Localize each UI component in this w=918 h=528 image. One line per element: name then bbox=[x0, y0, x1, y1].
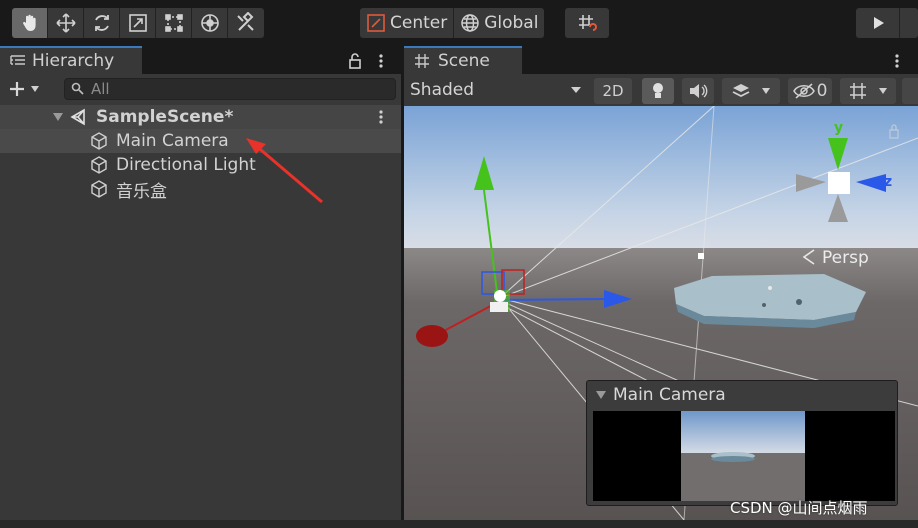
pivot-center-label: Center bbox=[390, 13, 448, 33]
gameobject-cube-icon bbox=[91, 180, 107, 198]
chevron-down-icon bbox=[31, 86, 39, 92]
pivot-global-button[interactable]: Global bbox=[454, 8, 545, 38]
layers-icon bbox=[732, 84, 750, 98]
pivot-global-label: Global bbox=[484, 13, 539, 33]
gizmo-z-label: z bbox=[884, 174, 892, 190]
play-controls bbox=[856, 8, 918, 38]
tab-scene-label: Scene bbox=[438, 51, 490, 71]
camera-preview-image bbox=[593, 411, 895, 501]
hierarchy-item-label: 音乐盒 bbox=[116, 181, 167, 202]
rect-tool-button[interactable] bbox=[156, 8, 192, 38]
more-options-icon[interactable] bbox=[894, 53, 900, 69]
annotation-arrow bbox=[246, 138, 323, 204]
speaker-icon bbox=[690, 84, 708, 98]
lighting-toggle-button[interactable] bbox=[642, 78, 674, 104]
more-options-icon[interactable] bbox=[378, 53, 384, 69]
tab-scene[interactable]: Scene bbox=[404, 46, 522, 74]
lightbulb-icon bbox=[653, 83, 663, 98]
2d-toggle-button[interactable]: 2D bbox=[594, 78, 632, 104]
play-icon bbox=[873, 17, 884, 29]
hierarchy-search-field[interactable]: All bbox=[64, 78, 396, 100]
hand-icon bbox=[22, 14, 36, 31]
hidden-count: 0 bbox=[816, 81, 828, 101]
watermark: CSDN @山间点烟雨 bbox=[730, 499, 868, 517]
main-toolbar: Center Global bbox=[0, 0, 918, 46]
grid-icon bbox=[850, 83, 866, 99]
grid-snap-button[interactable] bbox=[565, 8, 609, 38]
grid-snapping-dropdown[interactable] bbox=[840, 78, 896, 104]
scene-view-toolbar: Shaded 2D 0 bbox=[404, 74, 918, 106]
hierarchy-panel: All SampleScene* Main Camera Directional… bbox=[0, 74, 401, 528]
custom-tool-button[interactable] bbox=[228, 8, 264, 38]
tab-hierarchy-label: Hierarchy bbox=[32, 51, 115, 71]
transform-tools bbox=[12, 8, 264, 38]
scene-name: SampleScene* bbox=[96, 107, 234, 127]
hierarchy-item-directional-light[interactable]: Directional Light bbox=[0, 153, 401, 177]
pivot-center-button[interactable]: Center bbox=[360, 8, 455, 38]
grid-hash-icon bbox=[415, 54, 429, 68]
pivot-toggles: Center Global bbox=[360, 8, 545, 38]
play-button[interactable] bbox=[856, 8, 900, 38]
center-pivot-icon bbox=[367, 14, 385, 32]
create-dropdown[interactable] bbox=[8, 80, 40, 98]
persp-label[interactable]: Persp bbox=[822, 248, 869, 268]
shading-mode-value: Shaded bbox=[410, 80, 475, 100]
scene-menu-icon[interactable] bbox=[378, 109, 384, 125]
scene-row[interactable]: SampleScene* bbox=[0, 105, 401, 129]
shading-mode-dropdown[interactable]: Shaded bbox=[410, 78, 582, 102]
hierarchy-tabbar: Hierarchy bbox=[0, 46, 401, 74]
tab-hierarchy[interactable]: Hierarchy bbox=[0, 46, 142, 74]
2d-toggle-label: 2D bbox=[602, 82, 624, 100]
platform-object bbox=[674, 274, 866, 328]
hierarchy-item-label: Directional Light bbox=[116, 155, 256, 175]
chevron-down-icon bbox=[879, 88, 887, 94]
effects-dropdown[interactable] bbox=[722, 78, 780, 104]
plus-icon bbox=[10, 82, 24, 96]
audio-toggle-button[interactable] bbox=[682, 78, 714, 104]
light-handle bbox=[698, 253, 704, 259]
tools-icon bbox=[237, 12, 254, 31]
list-icon bbox=[10, 55, 25, 65]
transform-tool-button[interactable] bbox=[192, 8, 228, 38]
scale-tool-button[interactable] bbox=[120, 8, 156, 38]
gameobject-cube-icon bbox=[91, 132, 107, 150]
hidden-objects-toggle[interactable]: 0 bbox=[788, 78, 832, 104]
camera-preview-header[interactable]: Main Camera bbox=[595, 385, 726, 405]
chevron-down-icon bbox=[571, 87, 581, 93]
hierarchy-toolbar: All bbox=[0, 74, 401, 104]
globe-icon bbox=[461, 14, 479, 32]
hierarchy-item-main-camera[interactable]: Main Camera bbox=[0, 129, 401, 153]
search-icon bbox=[71, 82, 84, 95]
collapse-arrow-icon bbox=[596, 391, 606, 399]
camera-preview-title: Main Camera bbox=[613, 385, 726, 405]
move-tool-button[interactable] bbox=[48, 8, 84, 38]
gameobject-cube-icon bbox=[91, 156, 107, 174]
gizmo-y-label: y bbox=[834, 120, 843, 136]
hierarchy-item-music-box[interactable]: 音乐盒 bbox=[0, 177, 401, 202]
scene-tabbar: Scene bbox=[404, 46, 918, 74]
lock-icon[interactable] bbox=[348, 53, 362, 69]
unity-scene-icon bbox=[70, 108, 85, 126]
eye-hidden-icon bbox=[792, 83, 815, 99]
rotate-tool-button[interactable] bbox=[84, 8, 120, 38]
gizmos-button[interactable] bbox=[902, 78, 918, 104]
chevron-down-icon bbox=[762, 88, 770, 94]
hierarchy-item-label: Main Camera bbox=[116, 131, 229, 151]
rect-transform-icon bbox=[164, 14, 183, 32]
scale-icon bbox=[128, 14, 147, 32]
grid-snap-icon bbox=[579, 15, 597, 31]
camera-preview-window: Main Camera bbox=[586, 380, 898, 506]
search-placeholder: All bbox=[91, 80, 110, 98]
move-icon bbox=[55, 13, 76, 33]
pause-button[interactable] bbox=[900, 8, 918, 38]
hand-tool-button[interactable] bbox=[12, 8, 48, 38]
snap-group bbox=[565, 8, 609, 38]
status-strip bbox=[0, 520, 918, 528]
transform-icon bbox=[200, 14, 219, 32]
expand-arrow-icon[interactable] bbox=[52, 112, 64, 122]
rotate-icon bbox=[94, 15, 109, 31]
